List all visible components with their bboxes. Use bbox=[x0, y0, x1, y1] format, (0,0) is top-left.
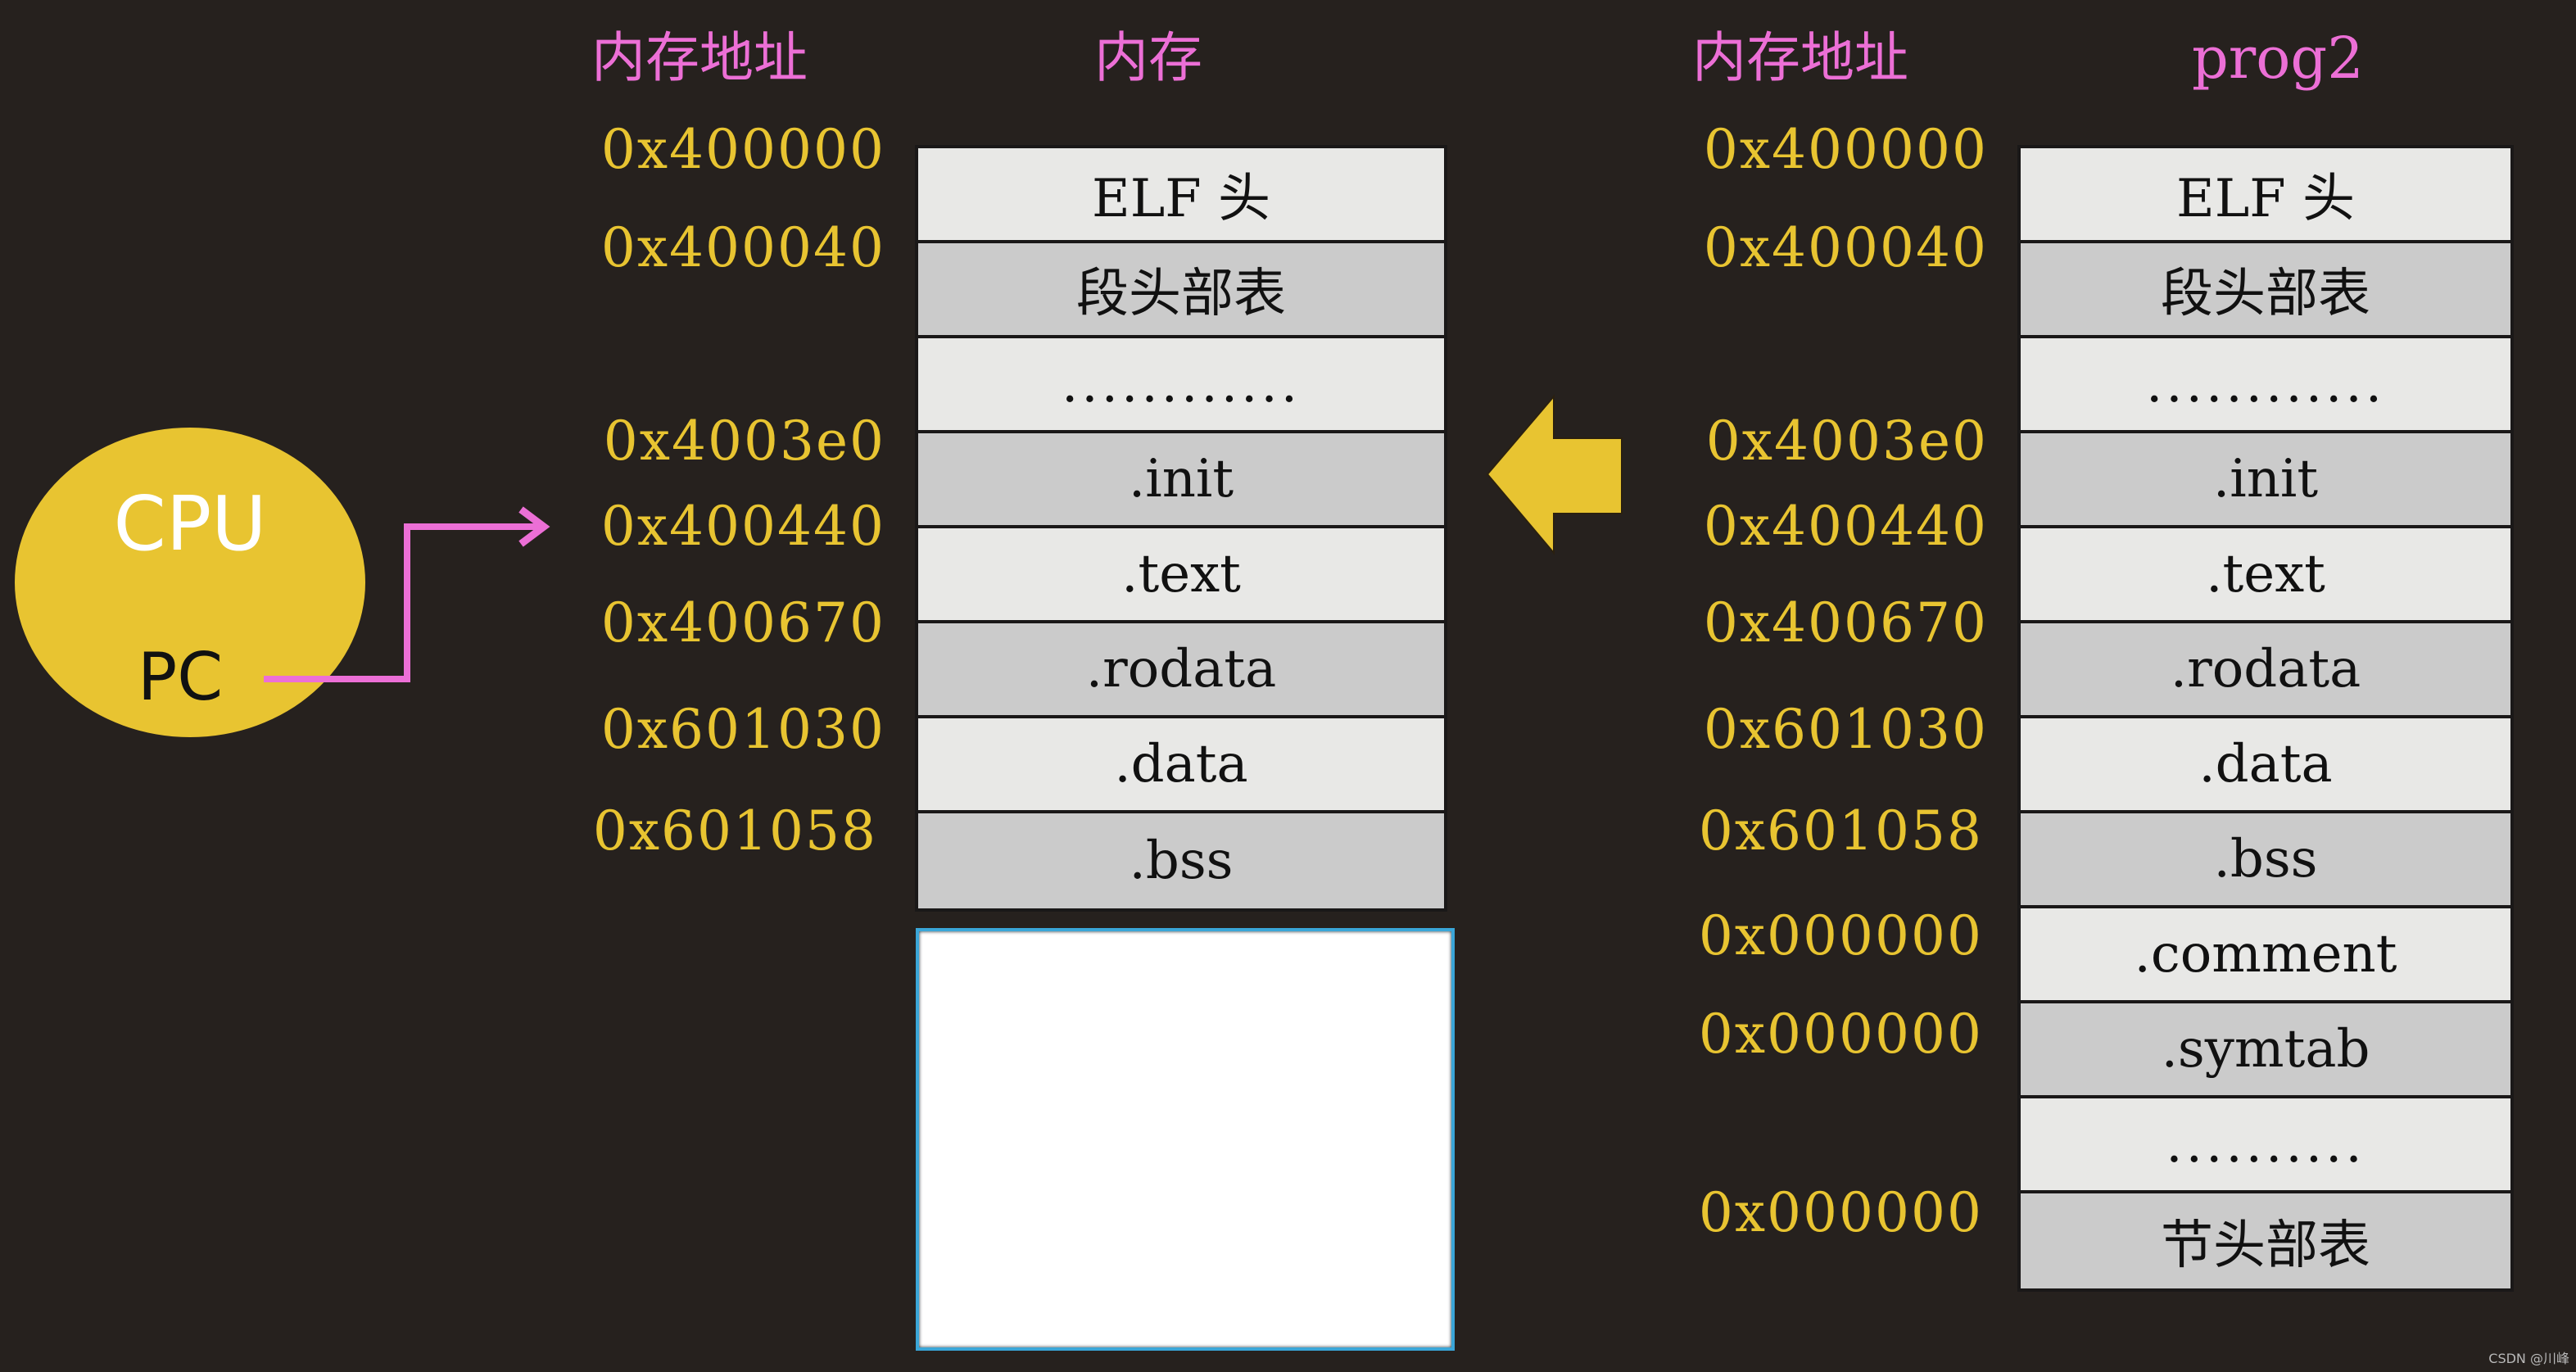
program-cell-elf-header: ELF 头 bbox=[2021, 148, 2510, 243]
program-address: 0x000000 bbox=[1698, 1003, 1983, 1066]
program-address: 0x601030 bbox=[1703, 698, 1988, 761]
program-address: 0x4003e0 bbox=[1705, 410, 1988, 473]
program-cell-bss: .bss bbox=[2021, 813, 2510, 908]
program-cell-ellipsis-2: .......... bbox=[2021, 1098, 2510, 1193]
program-cell-section-header-table: 节头部表 bbox=[2021, 1193, 2510, 1288]
program-cell-data: .data bbox=[2021, 718, 2510, 813]
program-address: 0x400440 bbox=[1703, 495, 1988, 558]
load-arrow-icon bbox=[1486, 394, 1623, 555]
program-address: 0x400000 bbox=[1703, 118, 1988, 181]
program-address: 0x000000 bbox=[1698, 904, 1983, 967]
program-address: 0x601058 bbox=[1698, 799, 1983, 863]
program-address: 0x400670 bbox=[1703, 591, 1988, 654]
program-sections: ELF 头 段头部表 ............ .init .text .rod… bbox=[2017, 145, 2514, 1292]
program-cell-init: .init bbox=[2021, 433, 2510, 528]
watermark: CSDN @川峰 bbox=[2488, 1351, 2569, 1366]
program-cell-rodata: .rodata bbox=[2021, 623, 2510, 718]
program-cell-comment: .comment bbox=[2021, 908, 2510, 1003]
program-cell-symtab: .symtab bbox=[2021, 1003, 2510, 1098]
program-cell-ellipsis: ............ bbox=[2021, 338, 2510, 433]
program-cell-text: .text bbox=[2021, 528, 2510, 623]
program-address: 0x000000 bbox=[1698, 1181, 1983, 1244]
program-address: 0x400040 bbox=[1703, 216, 1988, 279]
program-cell-segment-header-table: 段头部表 bbox=[2021, 243, 2510, 338]
